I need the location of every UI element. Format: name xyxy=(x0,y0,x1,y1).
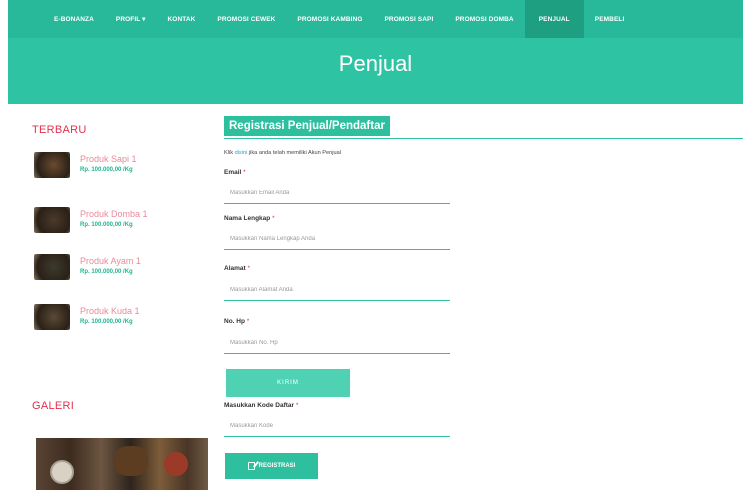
product-name[interactable]: Produk Sapi 1 xyxy=(80,154,137,164)
required-mark: * xyxy=(247,265,251,272)
form-title: Registrasi Penjual/Pendaftar xyxy=(224,116,390,136)
sidebar: TERBARU Produk Sapi 1 Rp. 100.000,00 /Kg… xyxy=(0,104,210,486)
address-label-text: Alamat xyxy=(224,265,246,272)
page-header-banner: Penjual xyxy=(8,38,743,104)
product-name[interactable]: Produk Kuda 1 xyxy=(80,306,140,316)
phone-label: No. Hp * xyxy=(224,318,249,325)
full-name-label-text: Nama Lengkap xyxy=(224,215,271,222)
product-name[interactable]: Produk Domba 1 xyxy=(80,209,148,219)
registration-form: Registrasi Penjual/Pendaftar Klik disini… xyxy=(224,112,743,486)
nav-item-promo-4[interactable]: PROMOSI DOMBA xyxy=(444,0,524,38)
register-button-label: REGISTRASI xyxy=(258,463,296,469)
nav-item-promo-1[interactable]: PROMOSI CEWEK xyxy=(206,0,286,38)
login-hint: Klik disini jika anda telah memiliki Aku… xyxy=(224,150,341,156)
register-button[interactable]: REGISTRASI xyxy=(225,453,318,479)
page-title: Penjual xyxy=(338,51,413,76)
phone-label-text: No. Hp xyxy=(224,318,245,325)
register-code-label-text: Masukkan Kode Daftar xyxy=(224,402,295,409)
product-price: Rp. 100.000,00 /Kg xyxy=(80,167,133,173)
login-link[interactable]: disini xyxy=(235,150,248,156)
gallery-photo-detail xyxy=(114,446,148,476)
gallery-heading: GALERI xyxy=(32,400,75,412)
address-label: Alamat * xyxy=(224,265,250,272)
email-label-text: Email xyxy=(224,169,242,176)
product-item[interactable]: Produk Sapi 1 Rp. 100.000,00 /Kg xyxy=(34,152,204,186)
required-mark: * xyxy=(295,402,299,409)
nav-item-promo-2[interactable]: PROMOSI KAMBING xyxy=(286,0,373,38)
gallery-image[interactable] xyxy=(36,438,208,490)
send-button[interactable]: KIRIM xyxy=(226,369,350,397)
product-item[interactable]: Produk Kuda 1 Rp. 100.000,00 /Kg xyxy=(34,304,204,338)
nav-item-home[interactable]: E-BONANZA xyxy=(8,0,105,38)
product-price: Rp. 100.000,00 /Kg xyxy=(80,222,133,228)
register-code-field[interactable] xyxy=(224,415,450,437)
latest-heading: TERBARU xyxy=(32,124,87,136)
gallery-photo-detail xyxy=(50,460,74,484)
full-name-field[interactable] xyxy=(224,228,450,250)
address-field[interactable] xyxy=(224,279,450,301)
email-label: Email * xyxy=(224,169,246,176)
product-price: Rp. 100.000,00 /Kg xyxy=(80,319,133,325)
product-price: Rp. 100.000,00 /Kg xyxy=(80,269,133,275)
login-hint-prefix: Klik xyxy=(224,150,234,156)
required-mark: * xyxy=(246,318,250,325)
product-name[interactable]: Produk Ayam 1 xyxy=(80,256,141,266)
title-divider xyxy=(224,138,743,139)
gallery-photo-detail xyxy=(164,452,188,476)
login-hint-suffix: jika anda telah memiliki Akun Penjual xyxy=(248,150,341,156)
register-code-label: Masukkan Kode Daftar * xyxy=(224,402,298,409)
nav-item-profile[interactable]: PROFIL ▾ xyxy=(105,0,157,38)
email-field[interactable] xyxy=(224,182,450,204)
nav-item-promo-3[interactable]: PROMOSI SAPI xyxy=(373,0,444,38)
product-thumbnail[interactable] xyxy=(34,207,70,233)
nav-item-buyer[interactable]: PEMBELI xyxy=(584,0,636,38)
nav-item-seller[interactable]: PENJUAL xyxy=(524,0,584,38)
product-item[interactable]: Produk Ayam 1 Rp. 100.000,00 /Kg xyxy=(34,254,204,288)
edit-icon xyxy=(247,462,255,470)
top-navigation: E-BONANZA PROFIL ▾ KONTAK PROMOSI CEWEK … xyxy=(8,0,743,38)
nav-item-contact[interactable]: KONTAK xyxy=(157,0,207,38)
phone-field[interactable] xyxy=(224,332,450,354)
product-thumbnail[interactable] xyxy=(34,254,70,280)
product-thumbnail[interactable] xyxy=(34,152,70,178)
full-name-label: Nama Lengkap * xyxy=(224,215,275,222)
required-mark: * xyxy=(272,215,275,222)
product-thumbnail[interactable] xyxy=(34,304,70,330)
product-item[interactable]: Produk Domba 1 Rp. 100.000,00 /Kg xyxy=(34,207,204,241)
required-mark: * xyxy=(243,169,246,176)
